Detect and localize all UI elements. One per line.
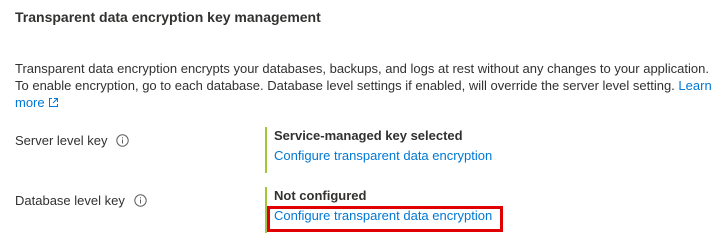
- learn-more-text-2: more: [15, 95, 45, 110]
- server-level-key-value: Service-managed key selected Configure t…: [265, 127, 492, 173]
- database-level-key-label: Database level key: [15, 193, 125, 208]
- server-level-key-status: Service-managed key selected: [274, 128, 463, 143]
- highlight-box: [267, 206, 503, 232]
- database-level-key-label-row: Database level key: [15, 193, 147, 208]
- section-title: Transparent data encryption key manageme…: [15, 9, 321, 25]
- server-level-key-label-row: Server level key: [15, 133, 130, 148]
- configure-tde-link-server[interactable]: Configure transparent data encryption: [274, 147, 492, 165]
- external-link-icon: [48, 95, 59, 112]
- description-line-1: Transparent data encryption encrypts you…: [15, 61, 709, 76]
- description-line-2: To enable encryption, go to each databas…: [15, 78, 675, 93]
- tde-key-management-panel: Transparent data encryption key manageme…: [0, 0, 722, 243]
- learn-more-text-1: Learn: [678, 78, 712, 93]
- info-icon[interactable]: [134, 194, 147, 207]
- info-icon[interactable]: [116, 134, 130, 147]
- database-level-key-status: Not configured: [274, 188, 367, 203]
- server-level-key-label: Server level key: [15, 133, 108, 148]
- description: Transparent data encryption encrypts you…: [15, 60, 715, 112]
